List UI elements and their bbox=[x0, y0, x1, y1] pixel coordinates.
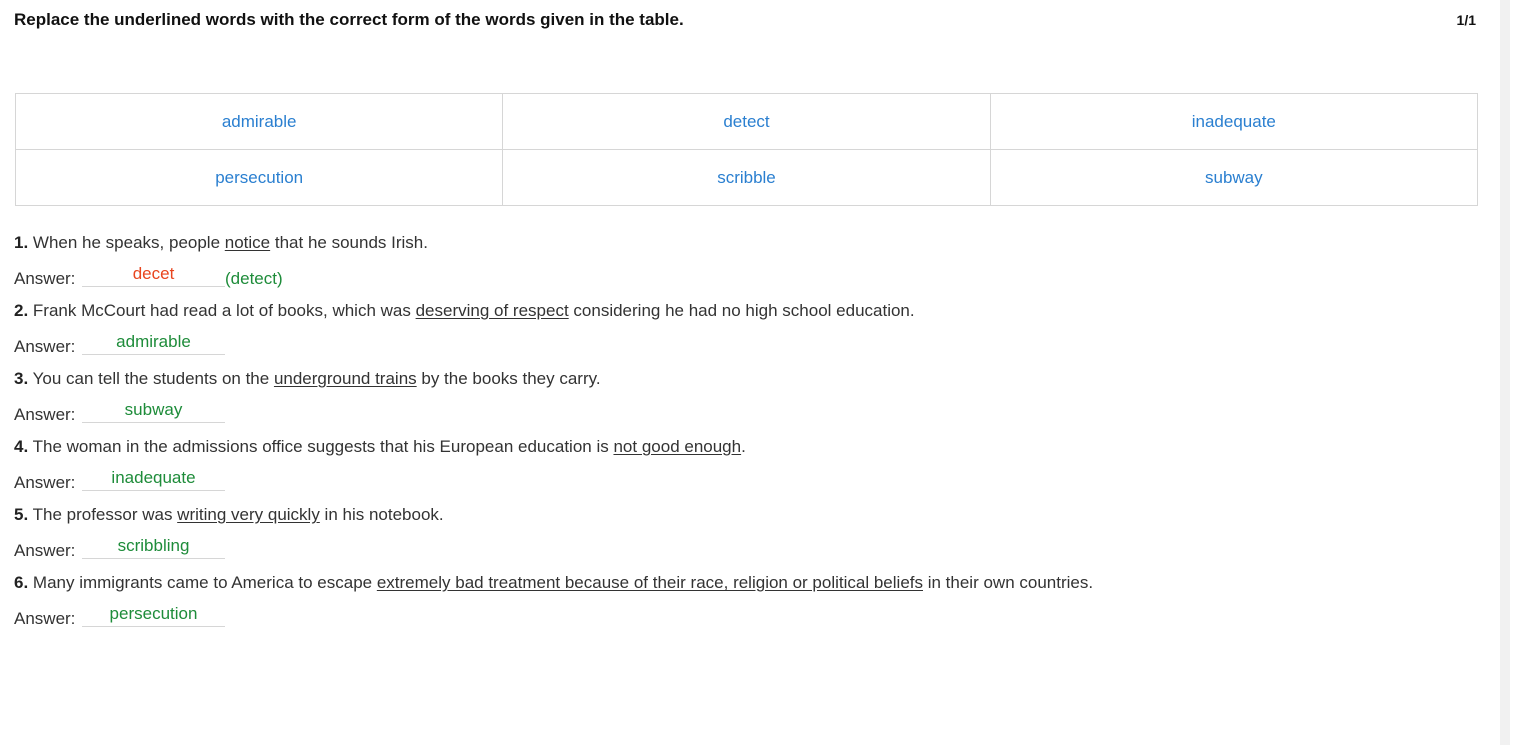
answer-field[interactable]: scribbling bbox=[82, 526, 225, 559]
word-bank-cell: persecution bbox=[14, 149, 504, 206]
answer-value: subway bbox=[124, 400, 183, 419]
word-bank-cell: inadequate bbox=[989, 93, 1479, 150]
underlined-phrase: underground trains bbox=[273, 369, 417, 388]
question-2: 2. Frank McCourt had read a lot of books… bbox=[14, 300, 1474, 322]
page-counter: 1/1 bbox=[1456, 12, 1476, 28]
word-bank-cell: subway bbox=[989, 149, 1479, 206]
question-number: 5. bbox=[14, 505, 29, 524]
correct-answer-hint: (detect) bbox=[225, 269, 283, 288]
answer-row-4: Answer: inadequate bbox=[14, 458, 1474, 504]
underlined-phrase: deserving of respect bbox=[415, 301, 569, 320]
question-text: . bbox=[741, 437, 746, 456]
answer-field[interactable]: admirable bbox=[82, 322, 225, 355]
question-text: in their own countries. bbox=[923, 573, 1094, 592]
underlined-phrase: writing very quickly bbox=[177, 505, 320, 524]
word-bank-cell: admirable bbox=[14, 93, 504, 150]
answer-label: Answer: bbox=[14, 473, 76, 492]
answer-label: Answer: bbox=[14, 609, 76, 628]
word-bank-table: admirable detect inadequate persecution … bbox=[14, 93, 1479, 206]
question-text: When he speaks, people bbox=[28, 233, 225, 252]
question-text: by the books they carry. bbox=[416, 369, 601, 388]
answer-row-2: Answer: admirable bbox=[14, 322, 1474, 368]
answer-row-1: Answer: decet (detect) bbox=[14, 254, 1474, 300]
word-bank-cell: scribble bbox=[502, 149, 991, 206]
answer-field[interactable]: inadequate bbox=[82, 458, 225, 491]
answer-field[interactable]: decet bbox=[82, 254, 225, 287]
question-number: 3. bbox=[14, 369, 29, 388]
instruction-text: Replace the underlined words with the co… bbox=[14, 10, 684, 29]
answer-label: Answer: bbox=[14, 541, 76, 560]
question-text: The professor was bbox=[28, 505, 178, 524]
question-list: 1. When he speaks, people notice that he… bbox=[14, 232, 1474, 640]
exercise-page: Replace the underlined words with the co… bbox=[0, 0, 1510, 745]
question-text: The woman in the admissions office sugge… bbox=[28, 437, 614, 456]
answer-label: Answer: bbox=[14, 337, 76, 356]
question-number: 2. bbox=[14, 301, 29, 320]
answer-row-3: Answer: subway bbox=[14, 390, 1474, 436]
answer-label: Answer: bbox=[14, 405, 76, 424]
question-text: You can tell the students on the bbox=[28, 369, 274, 388]
answer-value: admirable bbox=[116, 332, 191, 351]
question-4: 4. The woman in the admissions office su… bbox=[14, 436, 1474, 458]
answer-value: persecution bbox=[109, 604, 198, 623]
answer-row-6: Answer: persecution bbox=[14, 594, 1474, 640]
question-5: 5. The professor was writing very quickl… bbox=[14, 504, 1474, 526]
question-text: Frank McCourt had read a lot of books, w… bbox=[28, 301, 416, 320]
underlined-phrase: extremely bad treatment because of their… bbox=[376, 573, 923, 592]
question-text: Many immigrants came to America to escap… bbox=[28, 573, 377, 592]
word-bank-row: persecution scribble subway bbox=[14, 149, 1479, 206]
answer-row-5: Answer: scribbling bbox=[14, 526, 1474, 572]
answer-value: scribbling bbox=[117, 536, 190, 555]
underlined-phrase: not good enough bbox=[613, 437, 742, 456]
answer-label: Answer: bbox=[14, 269, 76, 288]
question-text: that he sounds Irish. bbox=[270, 233, 428, 252]
question-3: 3. You can tell the students on the unde… bbox=[14, 368, 1474, 390]
answer-value: inadequate bbox=[111, 468, 196, 487]
question-text: considering he had no high school educat… bbox=[568, 301, 915, 320]
question-6: 6. Many immigrants came to America to es… bbox=[14, 572, 1474, 594]
question-number: 1. bbox=[14, 233, 29, 252]
question-1: 1. When he speaks, people notice that he… bbox=[14, 232, 1474, 254]
answer-value: decet bbox=[132, 264, 175, 283]
question-text: in his notebook. bbox=[319, 505, 444, 524]
word-bank-cell: detect bbox=[502, 93, 991, 150]
question-number: 6. bbox=[14, 573, 29, 592]
scrollbar[interactable] bbox=[1500, 0, 1510, 745]
word-bank-row: admirable detect inadequate bbox=[14, 93, 1479, 150]
answer-field[interactable]: subway bbox=[82, 390, 225, 423]
answer-field[interactable]: persecution bbox=[82, 594, 225, 627]
exercise-header: Replace the underlined words with the co… bbox=[14, 10, 1476, 30]
question-number: 4. bbox=[14, 437, 29, 456]
underlined-phrase: notice bbox=[224, 233, 271, 252]
